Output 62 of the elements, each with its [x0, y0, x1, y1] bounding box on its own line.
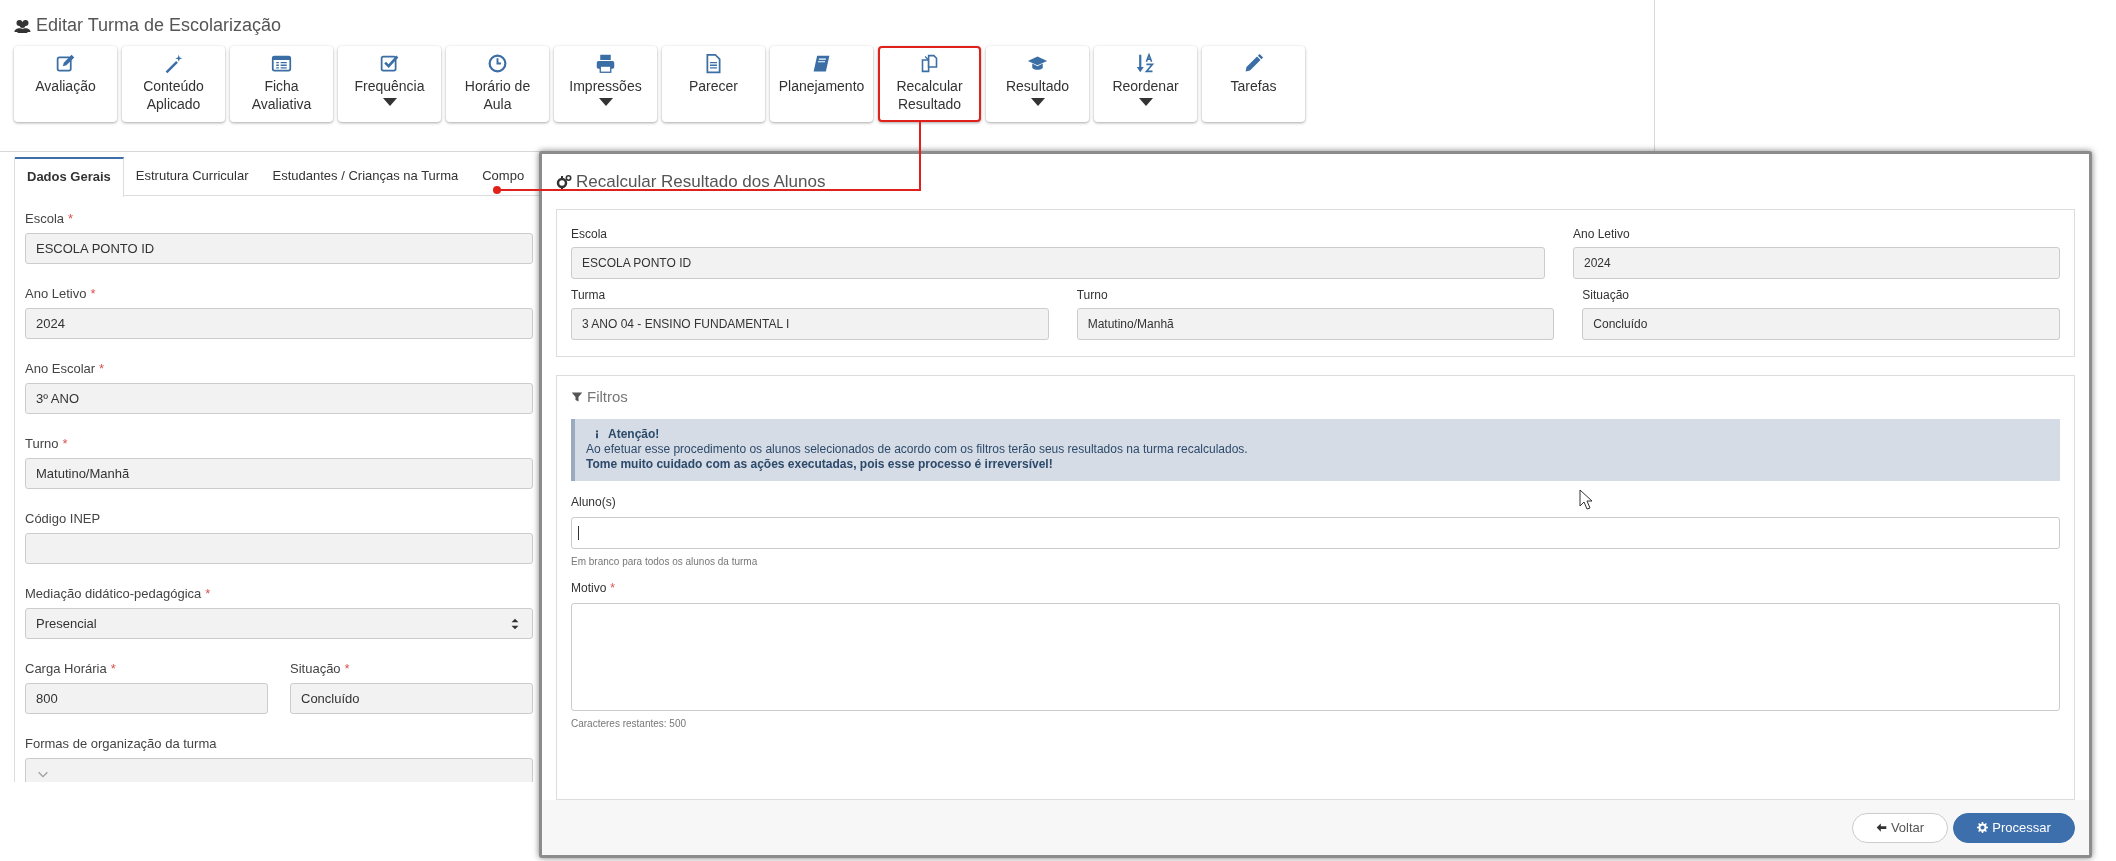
- required-mark: *: [610, 581, 615, 595]
- field-label: Escola: [571, 227, 608, 241]
- toolbar-button[interactable]: Parecer: [662, 46, 765, 122]
- toolbar-button[interactable]: Frequência: [338, 46, 441, 122]
- field-label: Motivo: [571, 581, 607, 595]
- required-mark: *: [90, 286, 96, 301]
- tab[interactable]: Compo: [470, 157, 537, 195]
- toolbar-button[interactable]: Recalcular Resultado: [878, 46, 981, 122]
- field-label: Turma: [571, 288, 606, 302]
- alert-text: Ao efetuar esse procedimento os alunos selecionados de acordo com os filtros terão seus resultados na turma recalculados.: [586, 442, 1249, 457]
- alert-title: Atenção!: [608, 427, 660, 442]
- input-field[interactable]: Matutino/Manhã: [1076, 308, 1555, 340]
- field-label: Escola: [25, 211, 65, 226]
- input-field[interactable]: 3 ANO 04 - ENSINO FUNDAMENTAL I: [571, 308, 1049, 340]
- field-label: Mediação didático-pedagógica: [25, 586, 202, 601]
- input-field[interactable]: 3º ANO: [25, 383, 533, 414]
- required-mark: *: [99, 361, 105, 376]
- required-mark: *: [344, 661, 350, 676]
- input-field[interactable]: Presencial: [25, 608, 533, 639]
- dialog-title: Recalcular Resultado dos Alunos: [576, 171, 826, 192]
- field-label: Ano Escolar: [25, 361, 96, 376]
- field-label: Código INEP: [25, 511, 101, 526]
- field-label: Turno: [25, 436, 59, 451]
- field-label: Ano Letivo: [1573, 227, 1630, 241]
- alert-text: Tome muito cuidado com as ações executadas, pois esse processo é irreversível!: [586, 457, 1054, 472]
- character-counter: Caracteres restantes: 500: [571, 718, 688, 729]
- toolbar-button[interactable]: Conteúdo Aplicado: [122, 46, 225, 122]
- toolbar-button[interactable]: Tarefas: [1202, 46, 1305, 122]
- page-title: Editar Turma de Escolarização: [36, 15, 282, 36]
- required-mark: *: [205, 586, 211, 601]
- tab[interactable]: Estrutura Curricular: [123, 157, 261, 195]
- toolbar-button[interactable]: Horário de Aula: [446, 46, 549, 122]
- back-button[interactable]: Voltar: [1852, 812, 1948, 843]
- toolbar-button[interactable]: Reordenar: [1094, 46, 1197, 122]
- tab[interactable]: Estudantes / Crianças na Turma: [260, 157, 471, 195]
- input-field[interactable]: ESCOLA PONTO ID: [571, 247, 1545, 279]
- toolbar-button[interactable]: Avaliação: [14, 46, 117, 122]
- input-field[interactable]: ESCOLA PONTO ID: [25, 233, 533, 264]
- tab[interactable]: Dados Gerais: [15, 157, 124, 197]
- toolbar-button[interactable]: Planejamento: [770, 46, 873, 122]
- field-label: Aluno(s): [571, 495, 616, 509]
- input-field[interactable]: Matutino/Manhã: [25, 458, 533, 489]
- input-field[interactable]: 2024: [1573, 247, 2060, 279]
- input-field[interactable]: Concluído: [290, 683, 533, 714]
- section-title: Filtros: [587, 388, 628, 405]
- field-label: Turno: [1076, 288, 1108, 302]
- process-button[interactable]: Processar: [1953, 812, 2075, 843]
- input-field[interactable]: Concluído: [1582, 308, 2060, 340]
- toolbar-button[interactable]: Resultado: [986, 46, 1089, 122]
- required-mark: *: [68, 211, 74, 226]
- help-text: Em branco para todos os alunos da turma: [571, 556, 759, 567]
- field-label: Situação: [1582, 288, 1630, 302]
- input-field[interactable]: 800: [25, 683, 268, 714]
- field-label: Formas de organização da turma: [25, 736, 217, 751]
- toolbar-button[interactable]: Impressões: [554, 46, 657, 122]
- field-label: Situação: [290, 661, 341, 676]
- field-label: Ano Letivo: [25, 286, 87, 301]
- required-mark: *: [62, 436, 68, 451]
- field-label: Carga Horária: [25, 661, 107, 676]
- required-mark: *: [110, 661, 116, 676]
- toolbar-button[interactable]: Ficha Avaliativa: [230, 46, 333, 122]
- input-field[interactable]: 2024: [25, 308, 533, 339]
